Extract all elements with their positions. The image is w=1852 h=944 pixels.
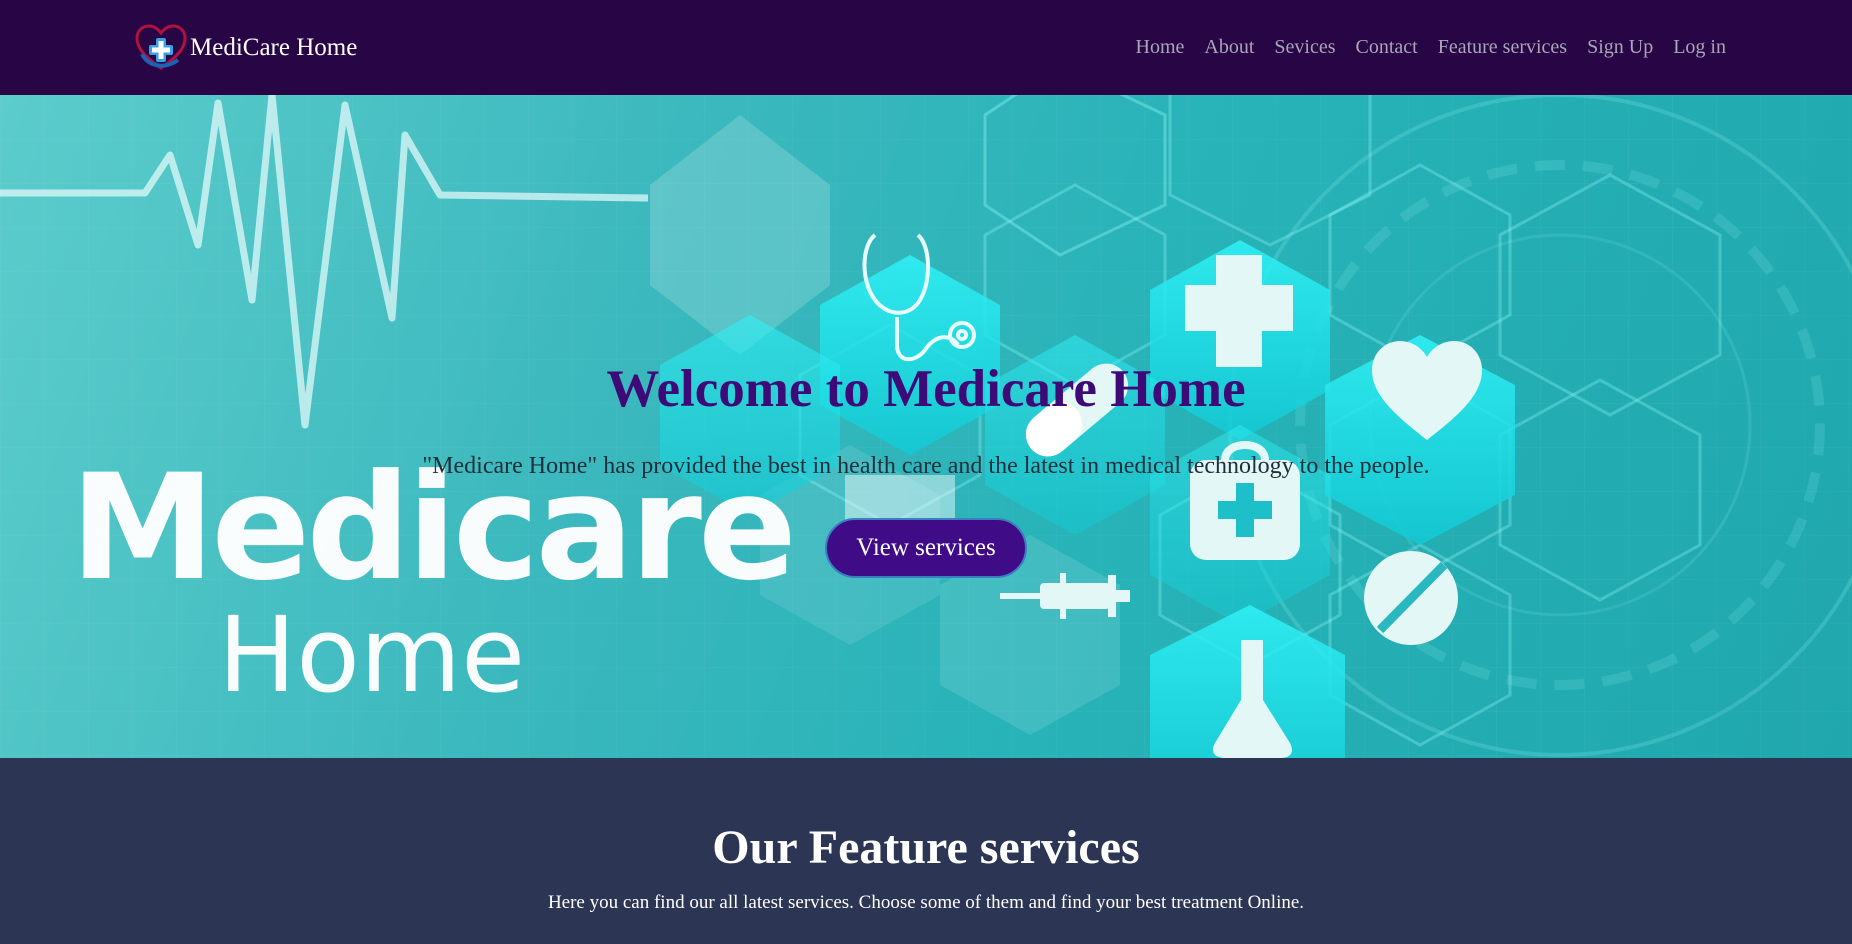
hero-description: "Medicare Home" has provided the best in… <box>422 453 1430 479</box>
heart-cross-logo-icon <box>135 24 187 70</box>
hero-banner: Medicare Home Welcome to Medicare Home "… <box>0 95 1852 758</box>
nav-log-in[interactable]: Log in <box>1673 36 1726 59</box>
nav-services[interactable]: Sevices <box>1274 36 1335 59</box>
brand-name: MediCare Home <box>190 34 358 61</box>
nav-contact[interactable]: Contact <box>1355 36 1417 59</box>
nav-about[interactable]: About <box>1204 36 1254 59</box>
view-services-button[interactable]: View services <box>825 518 1027 578</box>
nav-menu: Home About Sevices Contact Feature servi… <box>1116 36 1727 59</box>
hero-wordmark: Medicare Home <box>70 455 797 716</box>
features-subtitle: Here you can find our all latest service… <box>547 892 1305 913</box>
wordmark-line2: Home <box>218 594 526 716</box>
nav-feature-services[interactable]: Feature services <box>1438 36 1567 59</box>
features-section: Our Feature services Here you can find o… <box>0 758 1852 944</box>
nav-sign-up[interactable]: Sign Up <box>1587 36 1653 59</box>
pill-icon <box>1364 551 1458 645</box>
hero-title: Welcome to Medicare Home <box>606 360 1246 418</box>
features-title: Our Feature services <box>712 821 1140 874</box>
brand-link[interactable]: MediCare Home <box>134 24 357 72</box>
nav-home[interactable]: Home <box>1136 36 1185 59</box>
navbar: MediCare Home Home About Sevices Contact… <box>0 0 1852 95</box>
